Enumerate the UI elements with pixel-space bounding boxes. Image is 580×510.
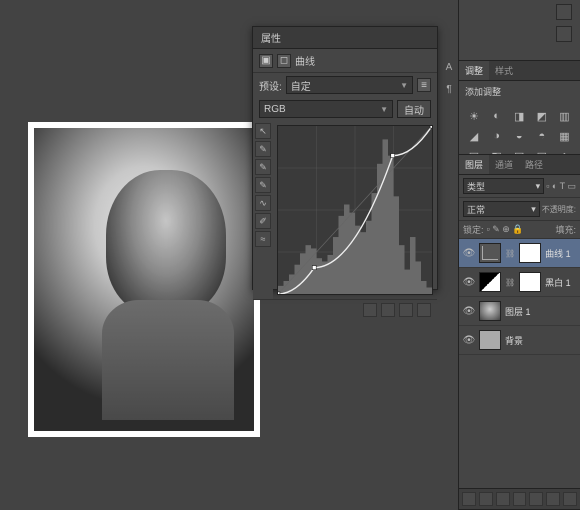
layer-thumb[interactable]: [479, 330, 501, 350]
link-layers-icon[interactable]: [462, 492, 476, 506]
layer-name[interactable]: 曲线 1: [545, 247, 571, 260]
preset-value: 自定: [291, 78, 311, 93]
sample-white-icon[interactable]: ✎: [255, 141, 271, 157]
adjustment-preset-icon[interactable]: ◨: [510, 108, 528, 124]
lock-label: 锁定:: [463, 223, 484, 236]
mask-thumb[interactable]: [519, 243, 541, 263]
preset-menu-icon[interactable]: ≡: [417, 78, 431, 92]
opacity-label: 不透明度:: [542, 204, 576, 215]
draw-curve-icon[interactable]: ✐: [255, 213, 271, 229]
blend-mode-dropdown[interactable]: 正常▾: [463, 201, 540, 217]
mini-icon[interactable]: [556, 26, 572, 42]
adjustment-preset-icon[interactable]: ◩: [533, 108, 551, 124]
channels-tab[interactable]: 通道: [489, 155, 519, 174]
sample-black-icon[interactable]: ✎: [255, 177, 271, 193]
reset-icon[interactable]: [399, 303, 413, 317]
filter-kind-dropdown[interactable]: 类型▾: [463, 178, 544, 194]
smooth-icon[interactable]: ≈: [255, 231, 271, 247]
mask-thumb[interactable]: [519, 272, 541, 292]
mask-icon[interactable]: ◻: [277, 54, 291, 68]
visibility-icon[interactable]: 👁: [463, 305, 475, 317]
on-image-tool-icon[interactable]: ↖: [255, 123, 271, 139]
view-previous-icon[interactable]: [381, 303, 395, 317]
clip-icon[interactable]: [363, 303, 377, 317]
layer-name[interactable]: 黑白 1: [545, 276, 571, 289]
type-icon[interactable]: A: [442, 60, 456, 74]
chevron-down-icon: ▼: [380, 105, 388, 114]
adjustment-title: 曲线: [295, 53, 315, 68]
channel-dropdown[interactable]: RGB ▼: [259, 100, 393, 118]
panel-collapse-strip: [556, 4, 572, 42]
auto-button[interactable]: 自动: [397, 100, 431, 118]
preset-dropdown[interactable]: 自定 ▼: [286, 76, 413, 94]
adjustment-preset-icon[interactable]: ☀: [465, 108, 483, 124]
chevron-down-icon: ▼: [400, 81, 408, 90]
mini-icon[interactable]: [556, 4, 572, 20]
photo-content: [34, 128, 254, 431]
lock-icons[interactable]: ▫ ✎ ⊕ 🔒: [487, 224, 524, 235]
paragraph-icon[interactable]: ¶: [442, 82, 456, 96]
visibility-icon[interactable]: 👁: [463, 276, 475, 288]
new-layer-icon[interactable]: [546, 492, 560, 506]
group-icon[interactable]: [529, 492, 543, 506]
link-icon[interactable]: ⛓: [505, 249, 515, 258]
layer-name[interactable]: 背景: [505, 334, 523, 347]
adjustment-layer-icon[interactable]: [513, 492, 527, 506]
preset-label: 预设:: [259, 78, 282, 93]
document-image[interactable]: [28, 122, 260, 437]
layers-footer: [459, 488, 580, 509]
trash-icon[interactable]: [417, 303, 431, 317]
layer-thumb[interactable]: [479, 301, 501, 321]
layer-row[interactable]: 👁 背景: [459, 326, 580, 355]
adjustment-preset-icon[interactable]: ◐: [488, 108, 506, 124]
layer-row[interactable]: 👁 ⛓ 曲线 1: [459, 239, 580, 268]
adjustment-preset-icon[interactable]: ◢: [465, 128, 483, 144]
collapsed-panel-icons: A ¶: [440, 60, 458, 96]
layers-tab[interactable]: 图层: [459, 155, 489, 174]
adjustment-preset-icon[interactable]: ▥: [555, 108, 573, 124]
adjustments-title: 添加调整: [459, 81, 580, 102]
link-icon[interactable]: ⛓: [505, 278, 515, 287]
sample-gray-icon[interactable]: ✎: [255, 159, 271, 175]
paths-tab[interactable]: 路径: [519, 155, 549, 174]
adjustment-preset-icon[interactable]: ◓: [533, 128, 551, 144]
mask-icon[interactable]: [496, 492, 510, 506]
fx-icon[interactable]: [479, 492, 493, 506]
properties-footer: [253, 299, 437, 320]
visibility-icon[interactable]: 👁: [463, 247, 475, 259]
layer-list: 👁 ⛓ 曲线 1 👁 ⛓ 黑白 1 👁 图层 1 👁 背景: [459, 239, 580, 355]
layer-row[interactable]: 👁 ⛓ 黑白 1: [459, 268, 580, 297]
edit-points-icon[interactable]: ∿: [255, 195, 271, 211]
right-panel-column: C 火星网 hxsd.com 调整 样式 添加调整 ☀◐◨◩▥◢◑◒◓▦▤◧◪▣…: [458, 0, 580, 510]
layers-panel: 图层 通道 路径 类型▾ ▫ ◐ T ▭ 正常▾ 不透明度: 锁定: ▫ ✎ ⊕…: [459, 154, 580, 510]
adjustment-preset-icon[interactable]: ◒: [510, 128, 528, 144]
fill-label: 填充:: [555, 223, 576, 236]
curves-icon: ▣: [259, 54, 273, 68]
adjustments-tab[interactable]: 调整: [459, 61, 489, 80]
layer-row[interactable]: 👁 图层 1: [459, 297, 580, 326]
channel-value: RGB: [264, 104, 286, 115]
filter-icons[interactable]: ▫ ◐ T ▭: [546, 181, 576, 192]
properties-panel: 属性 ▣ ◻ 曲线 预设: 自定 ▼ ≡ RGB ▼ 自动 ↖ ✎ ✎ ✎ ∿ …: [252, 26, 438, 290]
trash-icon[interactable]: [563, 492, 577, 506]
curve-graph[interactable]: [277, 125, 433, 295]
adjustment-preset-icon[interactable]: ◑: [488, 128, 506, 144]
adjustment-preset-icon[interactable]: ▦: [555, 128, 573, 144]
styles-tab[interactable]: 样式: [489, 61, 519, 80]
properties-tab[interactable]: 属性: [253, 27, 437, 49]
adjustment-thumb[interactable]: [479, 272, 501, 292]
adjustment-thumb[interactable]: [479, 243, 501, 263]
visibility-icon[interactable]: 👁: [463, 334, 475, 346]
curves-tool-rail: ↖ ✎ ✎ ✎ ∿ ✐ ≈: [253, 121, 273, 299]
layer-name[interactable]: 图层 1: [505, 305, 531, 318]
